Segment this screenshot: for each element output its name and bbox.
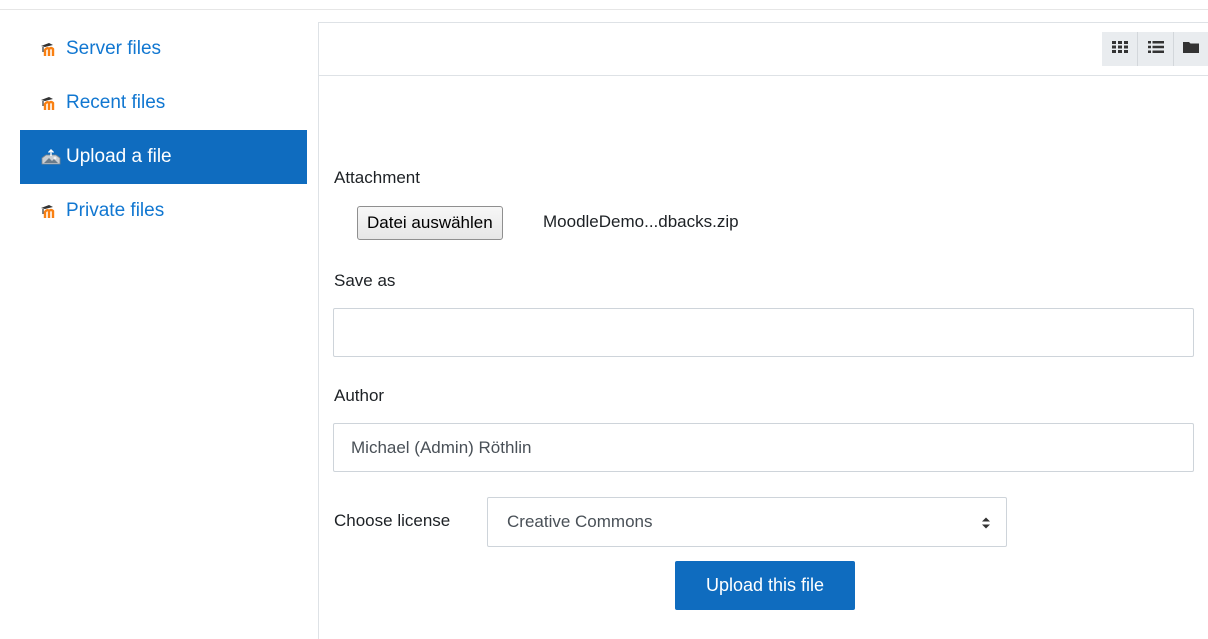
list-view-icon xyxy=(1147,40,1164,59)
license-selected-value: Creative Commons xyxy=(507,512,653,531)
moodle-icon xyxy=(40,40,62,58)
view-mode-buttons xyxy=(1102,32,1208,66)
list-view-button[interactable] xyxy=(1138,32,1174,66)
sidebar-item-label: Upload a file xyxy=(66,146,172,167)
moodle-icon xyxy=(40,202,62,220)
sidebar-item-recent-files[interactable]: Recent files xyxy=(20,76,307,130)
select-caret-icon xyxy=(981,515,991,529)
sidebar-item-label: Private files xyxy=(66,200,165,221)
upload-icon xyxy=(40,148,62,166)
file-picker-sidebar: Server files Recent files Upload a file xyxy=(20,22,307,238)
chosen-file-name: MoodleDemo...dbacks.zip xyxy=(543,212,739,231)
folder-view-icon xyxy=(1183,40,1199,59)
moodle-icon xyxy=(40,94,62,112)
choose-file-button[interactable]: Datei auswählen xyxy=(357,206,503,240)
sidebar-item-private-files[interactable]: Private files xyxy=(20,184,307,238)
save-as-label: Save as xyxy=(334,271,396,290)
author-label: Author xyxy=(334,386,385,405)
upload-file-button[interactable]: Upload this file xyxy=(675,561,855,610)
sidebar-item-upload-a-file[interactable]: Upload a file xyxy=(20,130,307,184)
author-input[interactable] xyxy=(333,423,1194,472)
attachment-label: Attachment xyxy=(334,168,420,187)
license-label: Choose license xyxy=(334,511,451,530)
sidebar-item-label: Recent files xyxy=(66,92,166,113)
folder-view-button[interactable] xyxy=(1174,32,1208,66)
top-divider xyxy=(0,9,1208,10)
file-picker-toolbar xyxy=(319,23,1208,76)
license-select[interactable]: Creative Commons xyxy=(487,497,1007,547)
grid-view-button[interactable] xyxy=(1102,32,1138,66)
sidebar-item-server-files[interactable]: Server files xyxy=(20,22,307,76)
grid-view-icon xyxy=(1111,40,1128,59)
sidebar-item-label: Server files xyxy=(66,38,162,59)
save-as-input[interactable] xyxy=(333,308,1194,357)
